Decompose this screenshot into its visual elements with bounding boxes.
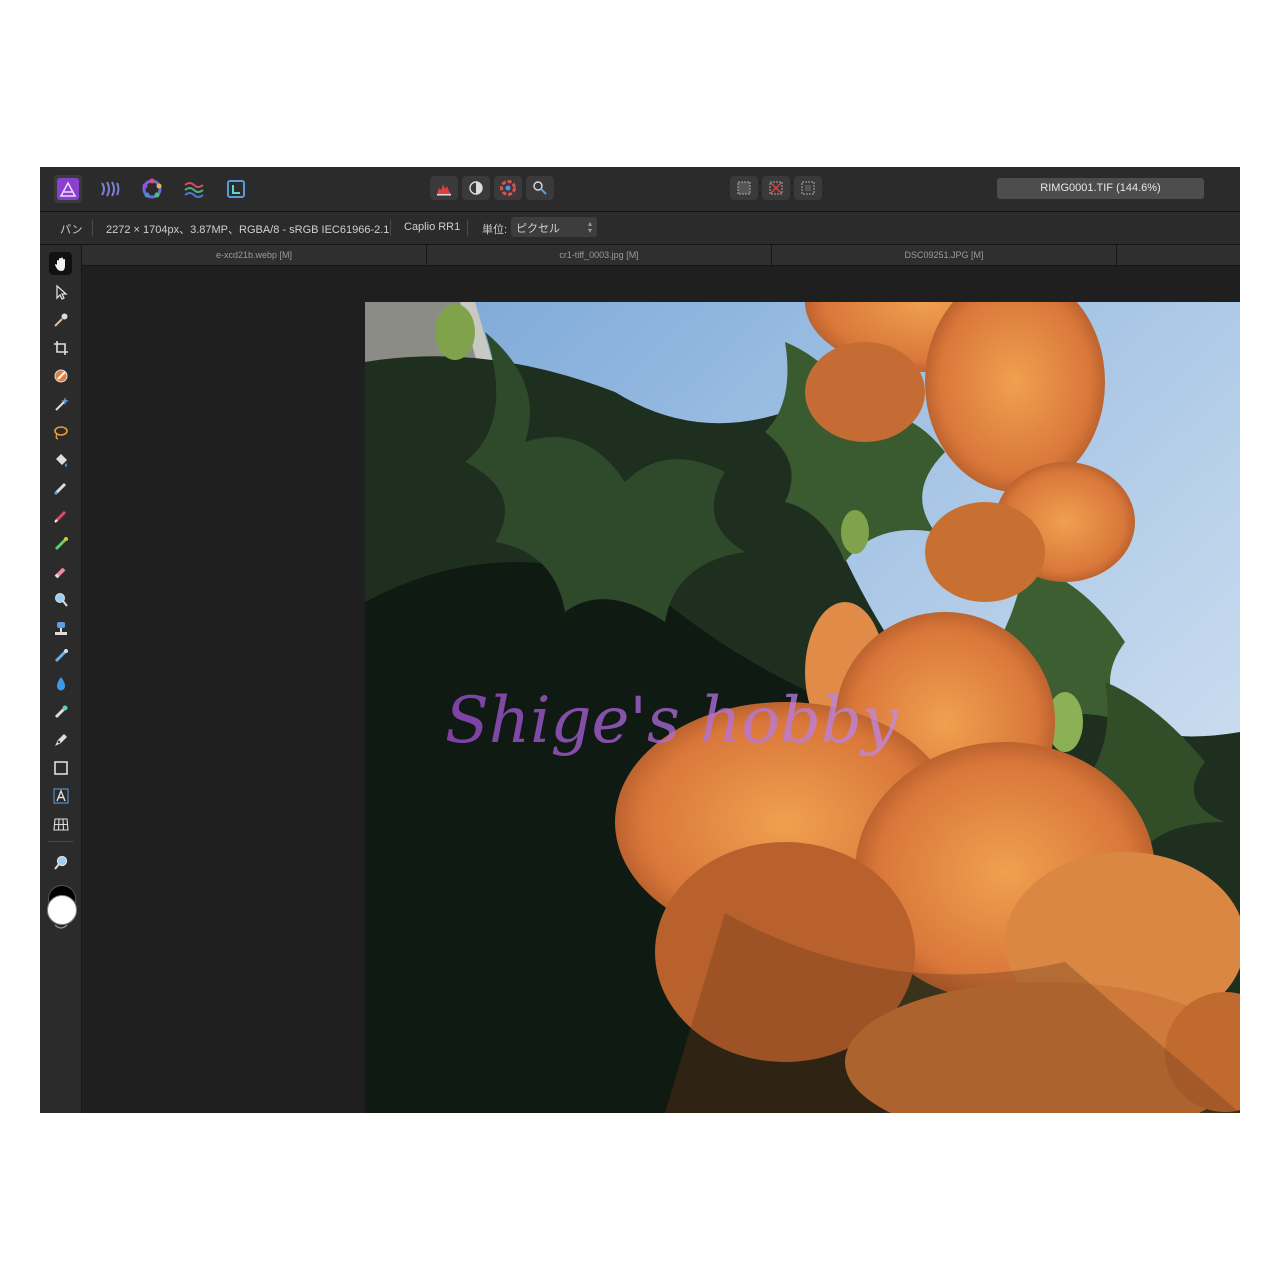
artistic-text-icon[interactable] [49,784,72,807]
selection-tool-group [730,176,822,202]
select-all-icon[interactable] [730,176,758,200]
divider [390,220,391,236]
pen-icon[interactable] [49,728,72,751]
flood-fill-icon[interactable] [49,448,72,471]
photo-image: Shige's hobby [365,302,1240,1113]
develop-persona-icon[interactable] [138,175,166,203]
invert-selection-icon[interactable] [794,176,822,200]
hand-icon[interactable] [49,252,72,275]
photo-persona-icon[interactable] [54,175,82,203]
context-toolbar: パン 2272 × 1704px、3.87MP、RGBA/8 - sRGB IE… [40,212,1240,245]
unit-label: 単位: [482,224,508,236]
move-icon[interactable] [49,280,72,303]
smudge-icon[interactable] [49,700,72,723]
tools-panel [40,245,82,1113]
divider [92,220,93,236]
white-balance-icon[interactable] [526,176,554,200]
erase-icon[interactable] [49,560,72,583]
image-info: 2272 × 1704px、3.87MP、RGBA/8 - sRGB IEC61… [106,224,390,236]
stepper-icon: ▴ ▾ [587,219,592,235]
color-replacement-icon[interactable] [49,532,72,555]
selection-brush-icon[interactable] [49,364,72,387]
auto-contrast-icon[interactable] [462,176,490,200]
tab-document-3[interactable]: DSC09251.JPG [M] [772,245,1117,265]
tab-document-1[interactable]: e-xcd21b.webp [M] [82,245,427,265]
divider [48,841,73,842]
eyedropper-icon[interactable] [49,308,72,331]
secondary-color-swatch[interactable] [47,895,77,925]
liquify-persona-icon[interactable] [96,175,124,203]
divider [467,220,468,236]
document-title: RIMG0001.TIF (144.6%) [997,178,1204,199]
histogram-icon[interactable] [430,176,458,200]
camera-model: Caplio RR1 [404,221,461,233]
pencil-icon[interactable] [49,504,72,527]
blur-icon[interactable] [49,672,72,695]
paint-brush-icon[interactable] [49,476,72,499]
zoom-icon[interactable] [49,851,72,874]
tone-mapping-persona-icon[interactable] [180,175,208,203]
document-tabs: e-xcd21b.webp [M] cr1-tiff_0003.jpg [M] … [82,245,1240,266]
main-toolbar: RIMG0001.TIF (144.6%) [40,167,1240,212]
export-persona-icon[interactable] [222,175,250,203]
canvas-area[interactable]: Shige's hobby [82,266,1240,1113]
clone-icon[interactable] [49,616,72,639]
color-wheel-icon[interactable] [494,176,522,200]
magic-wand-icon[interactable] [49,392,72,415]
deselect-icon[interactable] [762,176,790,200]
swap-colors-icon[interactable] [53,923,69,931]
current-tool-name: パン [60,224,83,236]
rectangle-icon[interactable] [49,756,72,779]
crop-icon[interactable] [49,336,72,359]
app-window: RIMG0001.TIF (144.6%) パン 2272 × 1704px、3… [40,167,1240,1113]
dodge-icon[interactable] [49,588,72,611]
adjustment-tool-group [430,176,554,202]
unit-select-value: ピクセル [516,223,560,235]
tab-document-2[interactable]: cr1-tiff_0003.jpg [M] [427,245,772,265]
healing-icon[interactable] [49,644,72,667]
unit-select[interactable]: ピクセル ▴ ▾ [511,217,597,237]
freehand-selection-icon[interactable] [49,420,72,443]
mesh-warp-icon[interactable] [49,812,72,835]
watermark-text: Shige's hobby [445,684,899,758]
